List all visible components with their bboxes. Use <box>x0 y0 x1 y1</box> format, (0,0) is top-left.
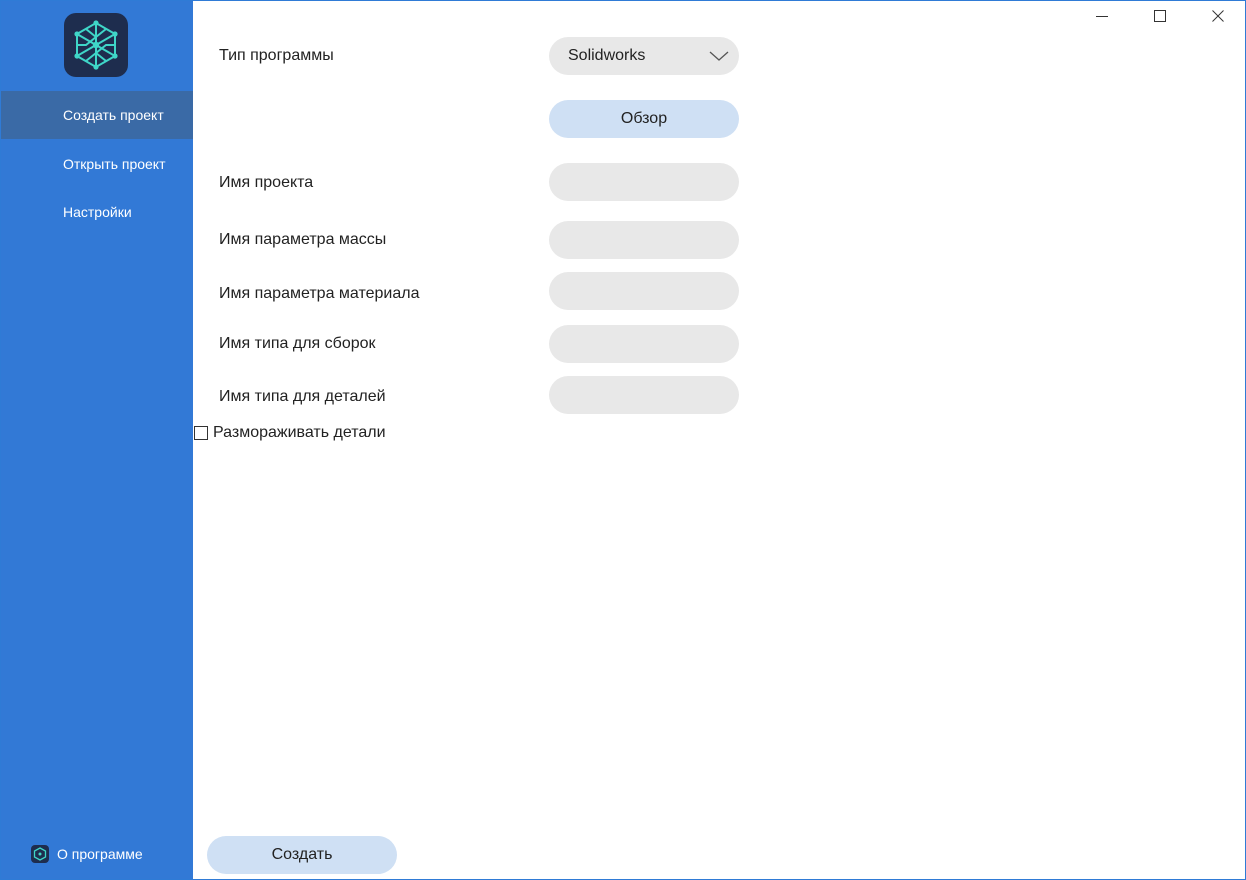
nav-open-project[interactable]: Открыть проект <box>1 140 193 188</box>
close-button[interactable] <box>1195 1 1241 31</box>
maximize-button[interactable] <box>1137 1 1183 31</box>
project-name-label: Имя проекта <box>219 174 314 191</box>
minimize-button[interactable] <box>1079 1 1125 31</box>
assembly-type-label: Имя типа для сборок <box>219 335 376 352</box>
minimize-icon <box>1096 16 1108 17</box>
chevron-down-icon <box>709 51 729 61</box>
app-window: Создать проект Открыть проект Настройки … <box>0 0 1246 880</box>
sidebar: Создать проект Открыть проект Настройки … <box>1 1 193 879</box>
browse-label: Обзор <box>620 110 668 127</box>
hex-network-icon <box>74 20 118 70</box>
mass-param-label: Имя параметра массы <box>219 231 387 248</box>
material-param-label: Имя параметра материала <box>219 285 420 302</box>
close-icon <box>1212 10 1224 22</box>
app-logo <box>64 13 128 77</box>
nav-create-project[interactable]: Создать проект <box>1 91 193 139</box>
browse-button[interactable]: Обзор <box>549 100 739 138</box>
about-label: О программе <box>57 846 143 862</box>
about-button[interactable]: О программе <box>31 845 143 863</box>
part-type-label: Имя типа для деталей <box>219 388 386 405</box>
nav-create-project-label: Создать проект <box>63 107 164 123</box>
create-button[interactable]: Создать <box>207 836 397 874</box>
part-type-input[interactable] <box>549 376 739 414</box>
program-type-select[interactable]: Solidworks <box>549 37 739 75</box>
nav-settings-label: Настройки <box>63 204 132 220</box>
nav-open-project-label: Открыть проект <box>63 156 166 172</box>
unfreeze-parts-label: Размораживать детали <box>213 424 386 441</box>
material-param-input[interactable] <box>549 272 739 310</box>
program-type-label: Тип программы <box>219 47 334 64</box>
mass-param-input[interactable] <box>549 221 739 259</box>
create-label: Создать <box>271 846 333 863</box>
assembly-type-input[interactable] <box>549 325 739 363</box>
project-name-input[interactable] <box>549 163 739 201</box>
unfreeze-parts-checkbox[interactable]: Размораживать детали <box>194 424 386 442</box>
program-type-value: Solidworks <box>568 47 646 64</box>
maximize-icon <box>1154 10 1166 22</box>
app-logo-icon <box>31 845 49 863</box>
checkbox-box[interactable] <box>194 426 208 440</box>
nav-settings[interactable]: Настройки <box>1 188 193 236</box>
